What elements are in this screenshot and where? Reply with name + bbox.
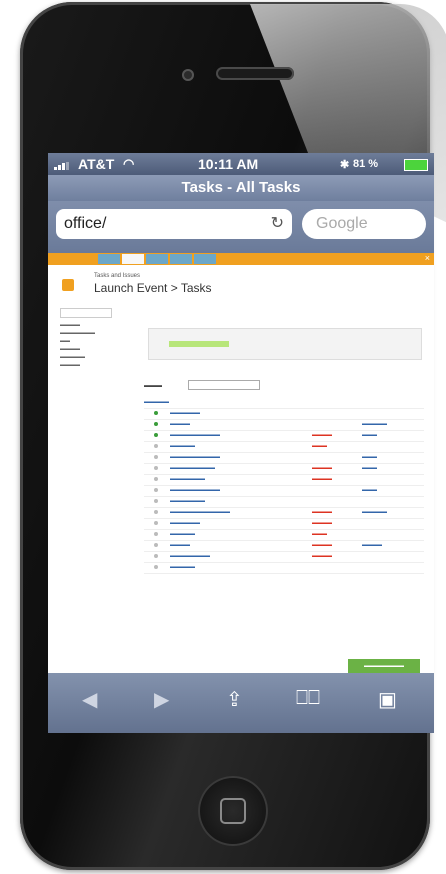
table-row[interactable]: ▬▬▬▬▬▬▬▬▬▬ ▬▬▬▬ ▬▬▬ xyxy=(144,431,424,442)
nav-item[interactable]: ▬▬▬▬▬ xyxy=(60,353,95,361)
page-title-bar: Tasks - All Tasks xyxy=(48,175,434,201)
site-tab[interactable] xyxy=(98,254,120,264)
table-row[interactable]: ▬▬▬▬▬ xyxy=(144,398,424,409)
browser-toolbar: ◀ ▶ ⇪ ⎕⎕ ▣ xyxy=(48,673,434,733)
home-square-icon xyxy=(220,798,246,824)
nav-item[interactable]: ▬▬ xyxy=(60,337,95,345)
site-tab-active[interactable] xyxy=(122,254,144,264)
site-tabs xyxy=(98,254,216,264)
table-row[interactable]: ▬▬▬▬▬▬ ▬▬▬▬ xyxy=(144,519,424,530)
web-content: × Tasks and Issues Launch Event > Tasks … xyxy=(48,253,434,673)
front-camera xyxy=(182,69,194,81)
nav-item[interactable]: ▬▬▬▬▬▬▬ xyxy=(60,329,95,337)
table-row[interactable]: ▬▬▬▬▬▬▬▬▬▬ ▬▬▬ xyxy=(144,453,424,464)
battery-icon xyxy=(404,159,428,171)
app-logo xyxy=(62,279,74,291)
address-row: office/ ↻ Google xyxy=(48,201,434,253)
table-row[interactable]: ▬▬▬▬▬▬▬▬▬▬▬▬ ▬▬▬▬ ▬▬▬▬▬ xyxy=(144,508,424,519)
table-row[interactable]: ▬▬▬▬▬ xyxy=(144,563,424,574)
clock: 10:11 AM xyxy=(198,156,259,172)
close-icon[interactable]: × xyxy=(425,253,430,263)
nav-item[interactable]: ▬▬▬▬ xyxy=(60,321,95,329)
nav-item[interactable]: ▬▬▬▬ xyxy=(60,345,95,353)
search-field[interactable]: Google xyxy=(302,209,426,239)
table-row[interactable]: ▬▬▬▬▬▬▬▬▬▬▬▬ xyxy=(144,552,424,563)
timeline-bar xyxy=(169,341,229,347)
page-heading: Launch Event > Tasks xyxy=(94,281,212,295)
left-nav: ▬▬▬▬ ▬▬▬▬▬▬▬ ▬▬ ▬▬▬▬ ▬▬▬▬▬ ▬▬▬▬ xyxy=(60,321,95,369)
nav-item[interactable]: ▬▬▬▬ xyxy=(60,361,95,369)
table-row[interactable]: ▬▬▬▬▬▬▬▬▬ ▬▬▬▬ ▬▬▬ xyxy=(144,464,424,475)
url-field[interactable]: office/ ↻ xyxy=(56,209,292,239)
bookmarks-icon[interactable]: ⎕⎕ xyxy=(296,687,320,710)
wifi-icon: ◠ xyxy=(123,156,135,171)
site-tab[interactable] xyxy=(194,254,216,264)
carrier-label: AT&T xyxy=(78,156,115,172)
reload-icon[interactable]: ↻ xyxy=(271,209,284,239)
back-icon[interactable]: ◀ xyxy=(82,687,97,712)
site-tab[interactable] xyxy=(146,254,168,264)
battery-label: 81 % xyxy=(353,158,379,170)
signal-icon xyxy=(54,162,74,170)
forward-icon[interactable]: ▶ xyxy=(154,687,169,712)
table-row[interactable]: ▬▬▬▬ ▬▬▬▬▬ xyxy=(144,420,424,431)
bluetooth-icon: ✱ xyxy=(340,159,350,171)
pages-icon[interactable]: ▣ xyxy=(378,687,397,712)
view-filter-select[interactable] xyxy=(188,380,260,390)
home-button[interactable] xyxy=(198,776,268,846)
site-top-bar: × xyxy=(48,253,434,265)
add-task-button[interactable]: ▬▬▬▬▬▬▬▬ xyxy=(348,659,420,673)
task-list: ▬▬▬▬▬ ▬▬▬▬▬▬ ▬▬▬▬ ▬▬▬▬▬ ▬▬▬▬▬▬▬▬▬▬ ▬▬▬▬ ▬▬▬… xyxy=(144,398,424,574)
table-row[interactable]: ▬▬▬▬▬▬▬ xyxy=(144,497,424,508)
phone-screen: AT&T ◠ 10:11 AM ✱ 81 % Tasks - All Tasks… xyxy=(48,153,434,733)
share-icon[interactable]: ⇪ xyxy=(226,687,243,712)
table-row[interactable]: ▬▬▬▬▬▬ xyxy=(144,409,424,420)
site-search-input[interactable] xyxy=(60,308,112,318)
breadcrumb[interactable]: Tasks and Issues xyxy=(94,273,140,279)
view-filter-label: ▬▬▬ xyxy=(144,383,162,389)
task-timeline xyxy=(148,328,422,360)
table-row[interactable]: ▬▬▬▬▬▬▬▬▬▬ ▬▬▬ xyxy=(144,486,424,497)
table-row[interactable]: ▬▬▬▬▬ ▬▬▬ xyxy=(144,530,424,541)
site-tab[interactable] xyxy=(170,254,192,264)
status-bar: AT&T ◠ 10:11 AM ✱ 81 % xyxy=(48,153,434,175)
table-row[interactable]: ▬▬▬▬▬▬▬ ▬▬▬▬ xyxy=(144,475,424,486)
table-row[interactable]: ▬▬▬▬▬▬▬▬▬▬▬▬ xyxy=(144,541,424,552)
earpiece-speaker xyxy=(216,67,294,80)
table-row[interactable]: ▬▬▬▬▬ ▬▬▬ xyxy=(144,442,424,453)
url-text: office/ xyxy=(64,215,107,232)
